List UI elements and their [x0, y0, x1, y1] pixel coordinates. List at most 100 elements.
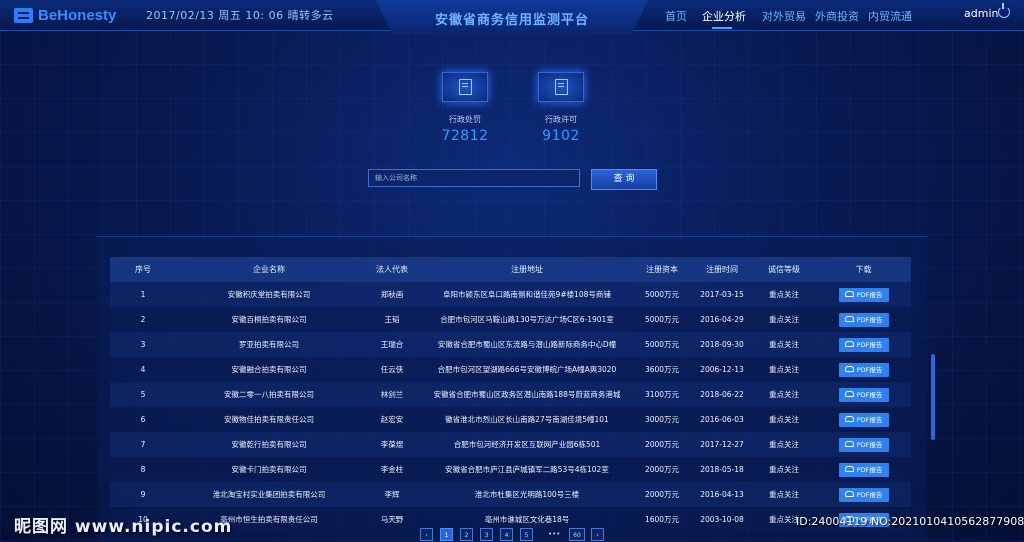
cell-legal-rep: 林剑兰 [362, 382, 422, 407]
cell-address: 淮北市杜集区光明路100号三楼 [422, 482, 632, 507]
header-index[interactable]: 序号 [110, 257, 176, 282]
cell-company: 安徽积庆堂拍卖有限公司 [176, 282, 362, 307]
search-button[interactable]: 查 询 [591, 169, 657, 190]
pdf-report-button[interactable]: PDF报告 [838, 362, 889, 377]
brand-logo[interactable]: BeHonesty [14, 5, 116, 25]
cell-address: 合肥市包河区马鞍山路130号万达广场C区6-1901室 [422, 307, 632, 332]
cell-company: 安徽融合拍卖有限公司 [176, 357, 362, 382]
page-4[interactable]: 4 [500, 528, 513, 541]
cell-index: 7 [110, 432, 176, 457]
cell-company: 安徽二零一八拍卖有限公司 [176, 382, 362, 407]
cell-index: 3 [110, 332, 176, 357]
table-row[interactable]: 2 安徽百桐拍卖有限公司 王韬 合肥市包河区马鞍山路130号万达广场C区6-1901室… [110, 307, 911, 332]
cell-credit-level: 重点关注 [752, 357, 816, 382]
document-icon [538, 72, 584, 102]
table-row[interactable]: 9 淮北淘宝村实业集团拍卖有限公司 李辉 淮北市杜集区光明路100号三楼 2000万元 2… [110, 482, 911, 507]
watermark-id: ID:24004119 NO:20210104105628779083 [796, 515, 1024, 528]
cell-address: 阜阳市颍东区阜口路南侧和谐佳苑9#楼108号商铺 [422, 282, 632, 307]
document-icon [442, 72, 488, 102]
pdf-report-button[interactable]: PDF报告 [838, 412, 889, 427]
table-row[interactable]: 5 安徽二零一八拍卖有限公司 林剑兰 安徽省合肥市蜀山区政务区潜山南路188号蔚蓝商务… [110, 382, 911, 407]
pdf-report-label: PDF报告 [856, 440, 883, 449]
logo-icon [14, 7, 33, 23]
cell-legal-rep: 赵宏安 [362, 407, 422, 432]
stat-license[interactable]: 行政许可 9102 [536, 72, 586, 144]
watermark-site: 昵图网 www.nipic.com [14, 517, 233, 537]
header-legal-rep[interactable]: 法人代表 [362, 257, 422, 282]
cell-address: 安徽省合肥市蜀山区政务区潜山南路188号蔚蓝商务港城 [422, 382, 632, 407]
cell-credit-level: 重点关注 [752, 432, 816, 457]
header-credit-level[interactable]: 诚信等级 [752, 257, 816, 282]
date-time-weather: 2017/02/13 周五 10: 06 晴转多云 [146, 9, 334, 22]
cell-download: PDF报告 [816, 357, 911, 382]
nav-domestic-trade[interactable]: 内贸流通 [868, 8, 912, 24]
pdf-report-button[interactable]: PDF报告 [838, 387, 889, 402]
company-search-input[interactable] [368, 169, 580, 187]
power-icon[interactable] [998, 3, 1010, 18]
cell-download: PDF报告 [816, 282, 911, 307]
pdf-report-label: PDF报告 [856, 465, 883, 474]
nav-enterprise-analysis[interactable]: 企业分析 [702, 8, 746, 24]
table-row[interactable]: 4 安徽融合拍卖有限公司 任云侠 合肥市包河区望湖路666号安徽博皖广场A幢A爽302… [110, 357, 911, 382]
cell-credit-level: 重点关注 [752, 332, 816, 357]
stat-label: 行政许可 [545, 115, 577, 124]
table-row[interactable]: 7 安徽乾行拍卖有限公司 李葆煜 合肥市包河经济开发区互联网产业园6栋501 2000万… [110, 432, 911, 457]
pdf-report-button[interactable]: PDF报告 [838, 337, 889, 352]
cell-capital: 3100万元 [632, 382, 692, 407]
next-page-icon[interactable]: › [591, 528, 604, 541]
page-1[interactable]: 1 [440, 528, 453, 541]
cloud-download-icon [844, 290, 854, 297]
cloud-download-icon [844, 390, 854, 397]
cell-legal-rep: 马天野 [362, 507, 422, 532]
cell-download: PDF报告 [816, 457, 911, 482]
page-2[interactable]: 2 [460, 528, 473, 541]
prev-page-icon[interactable]: ‹ [420, 528, 433, 541]
cell-reg-date: 2017-12-27 [692, 432, 752, 457]
pdf-report-button[interactable]: PDF报告 [838, 437, 889, 452]
header-download[interactable]: 下载 [816, 257, 911, 282]
pdf-report-label: PDF报告 [856, 390, 883, 399]
stat-penalty[interactable]: 行政处罚 72812 [440, 72, 490, 144]
table-row[interactable]: 1 安徽积庆堂拍卖有限公司 郑秋画 阜阳市颍东区阜口路南侧和谐佳苑9#楼108号商铺 5… [110, 282, 911, 307]
cell-download: PDF报告 [816, 382, 911, 407]
page-last[interactable]: 60 [569, 528, 585, 541]
header-address[interactable]: 注册地址 [422, 257, 632, 282]
enterprise-table: 序号 企业名称 法人代表 注册地址 注册资本 注册时间 诚信等级 下载 1 安徽积… [110, 257, 911, 532]
pdf-report-label: PDF报告 [856, 365, 883, 374]
nav-home[interactable]: 首页 [665, 8, 687, 24]
cloud-download-icon [844, 415, 854, 422]
page-5[interactable]: 5 [520, 528, 533, 541]
cell-address: 合肥市包河经济开发区互联网产业园6栋501 [422, 432, 632, 457]
pdf-report-button[interactable]: PDF报告 [838, 312, 889, 327]
pdf-report-button[interactable]: PDF报告 [838, 487, 889, 502]
cell-legal-rep: 李辉 [362, 482, 422, 507]
table-scrollbar[interactable] [931, 354, 935, 440]
cell-company: 安徽乾行拍卖有限公司 [176, 432, 362, 457]
cell-reg-date: 2018-06-22 [692, 382, 752, 407]
pdf-report-button[interactable]: PDF报告 [838, 287, 889, 302]
table-header-row: 序号 企业名称 法人代表 注册地址 注册资本 注册时间 诚信等级 下载 [110, 257, 911, 282]
cell-address: 安徽省合肥市庐江县庐城镇军二路53号4栋102室 [422, 457, 632, 482]
stat-value: 72812 [441, 128, 489, 144]
nav-foreign-trade[interactable]: 对外贸易 [762, 8, 806, 24]
table-row[interactable]: 3 罗亚拍卖有限公司 王瑞合 安徽省合肥市蜀山区东流路与潜山路新际商务中心D幢 5000… [110, 332, 911, 357]
table-row[interactable]: 8 安徽卡门拍卖有限公司 李金柱 安徽省合肥市庐江县庐城镇军二路53号4栋102室 20… [110, 457, 911, 482]
page-3[interactable]: 3 [480, 528, 493, 541]
cell-reg-date: 2016-04-29 [692, 307, 752, 332]
stat-value: 9102 [542, 128, 580, 144]
header-capital[interactable]: 注册资本 [632, 257, 692, 282]
header-company[interactable]: 企业名称 [176, 257, 362, 282]
pdf-report-button[interactable]: PDF报告 [838, 462, 889, 477]
header-reg-date[interactable]: 注册时间 [692, 257, 752, 282]
cell-legal-rep: 王瑞合 [362, 332, 422, 357]
cell-download: PDF报告 [816, 332, 911, 357]
nav-foreign-investment[interactable]: 外商投资 [815, 8, 859, 24]
pdf-report-label: PDF报告 [856, 315, 883, 324]
cell-legal-rep: 任云侠 [362, 357, 422, 382]
cloud-download-icon [844, 340, 854, 347]
stat-label: 行政处罚 [449, 115, 481, 124]
table-row[interactable]: 6 安徽物佳拍卖有限责任公司 赵宏安 徽省淮北市烈山区长山南路27号南湖佳境5幢101… [110, 407, 911, 432]
cell-download: PDF报告 [816, 407, 911, 432]
user-name[interactable]: admin [964, 7, 998, 20]
cell-credit-level: 重点关注 [752, 382, 816, 407]
